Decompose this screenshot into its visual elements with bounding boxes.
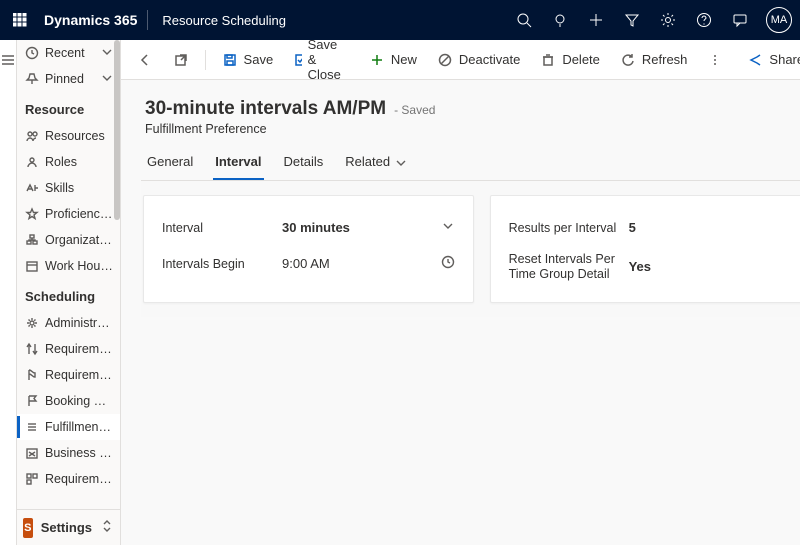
- skills-icon: [25, 181, 39, 195]
- recent-label: Recent: [45, 46, 85, 60]
- card-interval-settings: Interval 30 minutes Intervals Begin 9:00…: [143, 195, 474, 303]
- sitemap-toggle-button[interactable]: [0, 40, 16, 80]
- sidebar-item-booking-statuses[interactable]: Booking Statuses: [17, 388, 120, 414]
- refresh-button[interactable]: Refresh: [612, 45, 696, 75]
- chevron-down-icon: [100, 71, 114, 88]
- closure-icon: [25, 446, 39, 460]
- app-name[interactable]: Resource Scheduling: [148, 13, 300, 28]
- feedback-button[interactable]: [722, 0, 758, 40]
- save-close-button[interactable]: Save & Close: [285, 45, 357, 75]
- overflow-button[interactable]: [699, 45, 731, 75]
- flag-icon: [25, 394, 39, 408]
- new-button[interactable]: New: [361, 45, 425, 75]
- sidebar-item-org-units[interactable]: Organizational Un...: [17, 227, 120, 253]
- share-button[interactable]: Share: [739, 45, 800, 75]
- area-label: Settings: [41, 520, 92, 535]
- tab-details[interactable]: Details: [282, 146, 326, 180]
- group-resource: Resource: [17, 92, 120, 123]
- tab-related[interactable]: Related: [343, 146, 409, 180]
- save-button[interactable]: Save: [214, 45, 282, 75]
- add-button[interactable]: [578, 0, 614, 40]
- back-button[interactable]: [129, 45, 161, 75]
- field-intervals-begin[interactable]: Intervals Begin 9:00 AM: [162, 246, 455, 282]
- clock-icon: [25, 46, 39, 60]
- lightbulb-button[interactable]: [542, 0, 578, 40]
- group-scheduling: Scheduling: [17, 279, 120, 310]
- chevron-down-icon: [441, 219, 455, 236]
- user-avatar[interactable]: MA: [766, 7, 792, 33]
- sidebar-item-req-status[interactable]: Requirement Stat...: [17, 362, 120, 388]
- pinned-nav[interactable]: Pinned: [17, 66, 120, 92]
- field-reset-intervals[interactable]: Reset Intervals Per Time Group Detail Ye…: [509, 246, 800, 288]
- org-icon: [25, 233, 39, 247]
- sitemap-sidebar: Recent Pinned Resource Resources Roles S…: [17, 40, 121, 545]
- status-icon: [25, 368, 39, 382]
- sidebar-item-resources[interactable]: Resources: [17, 123, 120, 149]
- sidebar-item-req-priority[interactable]: Requirement Prior...: [17, 336, 120, 362]
- field-interval[interactable]: Interval 30 minutes: [162, 210, 455, 246]
- roles-icon: [25, 155, 39, 169]
- search-button[interactable]: [506, 0, 542, 40]
- form-tabs: General Interval Details Related: [141, 146, 800, 181]
- sidebar-item-business-closures[interactable]: Business Closures: [17, 440, 120, 466]
- settings-button[interactable]: [650, 0, 686, 40]
- clock-icon: [441, 255, 455, 272]
- list-icon: [25, 420, 39, 434]
- calendar-icon: [25, 259, 39, 273]
- delete-button[interactable]: Delete: [532, 45, 608, 75]
- app-launcher-button[interactable]: [0, 0, 40, 40]
- sidebar-scrollbar[interactable]: [114, 40, 120, 545]
- priority-icon: [25, 342, 39, 356]
- nav-rail: [0, 40, 17, 545]
- tab-interval[interactable]: Interval: [213, 146, 263, 180]
- sidebar-item-workhours[interactable]: Work Hours Temp...: [17, 253, 120, 279]
- area-switcher[interactable]: S Settings: [17, 509, 120, 545]
- sidebar-item-roles[interactable]: Roles: [17, 149, 120, 175]
- sidebar-item-req-groups[interactable]: Requirement Gro...: [17, 466, 120, 492]
- deactivate-button[interactable]: Deactivate: [429, 45, 528, 75]
- group-icon: [25, 472, 39, 486]
- area-badge: S: [23, 518, 33, 538]
- save-status: - Saved: [394, 103, 435, 117]
- sidebar-item-administration[interactable]: Administration: [17, 310, 120, 336]
- filter-button[interactable]: [614, 0, 650, 40]
- main-region: Save Save & Close New Deactivate Delete …: [121, 40, 800, 545]
- star-icon: [25, 207, 39, 221]
- updown-icon: [100, 519, 114, 536]
- sidebar-item-fulfillment-pref[interactable]: Fulfillment Prefer...: [17, 414, 120, 440]
- sidebar-item-proficiency[interactable]: Proficiency Models: [17, 201, 120, 227]
- recent-nav[interactable]: Recent: [17, 40, 120, 66]
- field-results-per-interval[interactable]: Results per Interval 5: [509, 210, 800, 246]
- help-button[interactable]: [686, 0, 722, 40]
- global-header: Dynamics 365 Resource Scheduling MA: [0, 0, 800, 40]
- pin-icon: [25, 72, 39, 86]
- gear-icon: [25, 316, 39, 330]
- page-title: 30-minute intervals AM/PM: [145, 98, 386, 120]
- open-new-window-button[interactable]: [165, 45, 197, 75]
- entity-name: Fulfillment Preference: [141, 120, 800, 146]
- tab-general[interactable]: General: [145, 146, 195, 180]
- card-interval-results: Results per Interval 5 Reset Intervals P…: [490, 195, 800, 303]
- command-bar: Save Save & Close New Deactivate Delete …: [121, 40, 800, 80]
- resources-icon: [25, 129, 39, 143]
- pinned-label: Pinned: [45, 72, 84, 86]
- product-name[interactable]: Dynamics 365: [40, 12, 147, 28]
- chevron-down-icon: [100, 45, 114, 62]
- sidebar-item-skills[interactable]: Skills: [17, 175, 120, 201]
